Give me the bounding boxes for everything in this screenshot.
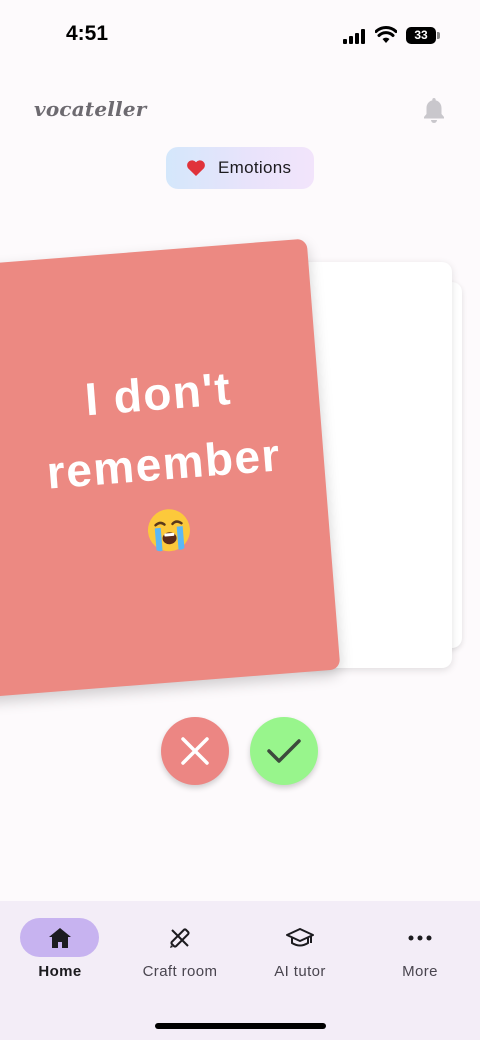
nav-pill-craft xyxy=(140,918,219,957)
nav-pill-home xyxy=(20,918,99,957)
craft-icon xyxy=(169,927,190,948)
signal-icon xyxy=(343,29,367,44)
category-label: Emotions xyxy=(218,158,292,177)
heart-icon xyxy=(187,160,205,176)
nav-item-home[interactable]: Home xyxy=(0,901,120,1001)
dont-remember-button[interactable] xyxy=(161,717,229,785)
flash-card[interactable]: I don't remember xyxy=(0,238,341,698)
battery-cap xyxy=(437,32,440,39)
status-time: 4:51 xyxy=(66,22,109,45)
wifi-icon xyxy=(375,26,397,43)
battery-icon: 33 xyxy=(406,27,436,44)
nav-label-home: Home xyxy=(38,963,82,980)
home-indicator xyxy=(155,1023,326,1029)
graduation-cap-icon xyxy=(285,927,314,946)
bell-icon[interactable] xyxy=(421,96,447,124)
app-logo: vocateller xyxy=(34,97,147,121)
nav-label-craft-room: Craft room xyxy=(142,963,218,980)
check-icon xyxy=(267,739,301,763)
nav-label-more: More xyxy=(402,963,438,980)
status-bar: 4:51 33 xyxy=(0,0,480,70)
nav-item-more[interactable]: More xyxy=(360,901,480,1001)
nav-pill-ai-tutor xyxy=(260,918,339,957)
nav-label-ai-tutor: AI tutor xyxy=(274,963,326,980)
crying-face-emoji-icon xyxy=(147,509,190,552)
bottom-nav: Home Craft room AI tutor More xyxy=(0,901,480,1040)
nav-item-ai-tutor[interactable]: AI tutor xyxy=(240,901,360,1001)
nav-item-craft-room[interactable]: Craft room xyxy=(120,901,240,1001)
card-text: I don't remember xyxy=(39,350,284,508)
close-icon xyxy=(181,737,209,765)
remember-button[interactable] xyxy=(250,717,318,785)
nav-pill-more xyxy=(380,918,459,957)
home-icon xyxy=(48,927,71,948)
category-chip[interactable]: Emotions xyxy=(166,147,314,189)
more-icon xyxy=(408,935,431,940)
